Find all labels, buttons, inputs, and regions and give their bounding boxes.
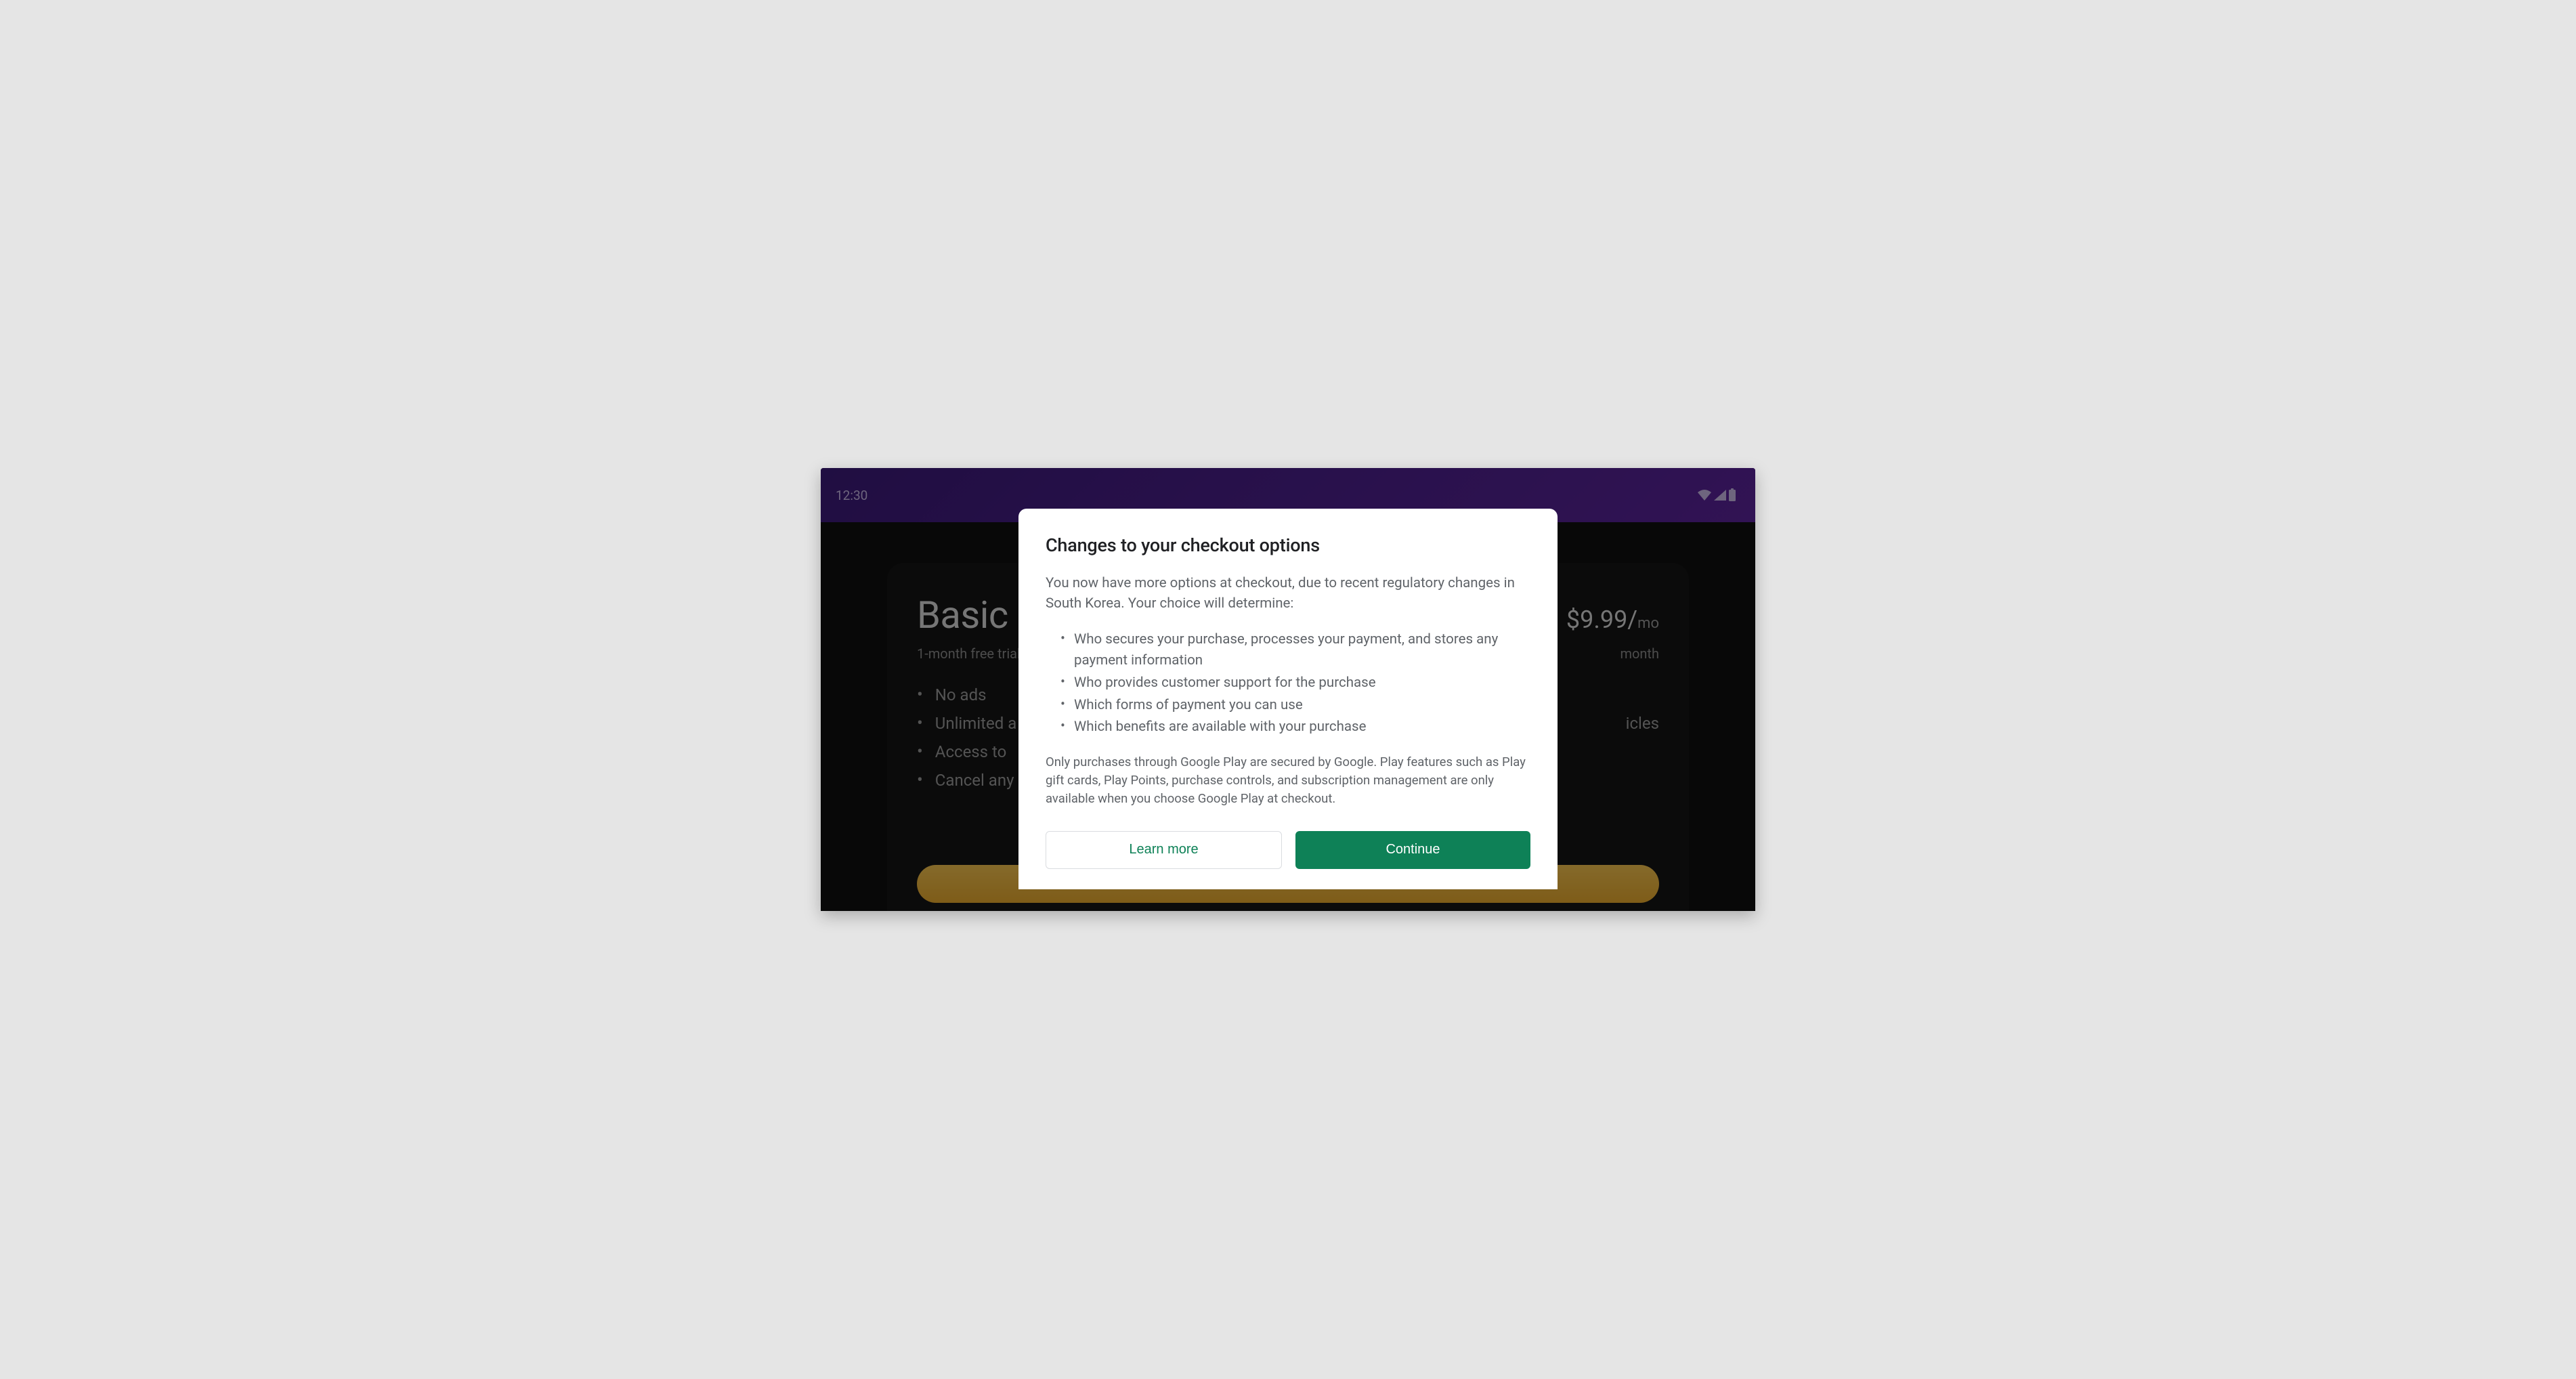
dialog-footer-note: Only purchases through Google Play are s… [1046, 753, 1530, 807]
device-frame: 12:30 Basic $9.99/mo 1-month free trial … [821, 468, 1755, 911]
dialog-bullet-item: Which forms of payment you can use [1060, 694, 1530, 717]
dialog-action-row: Learn more Continue [1046, 831, 1530, 869]
continue-button[interactable]: Continue [1295, 831, 1530, 869]
checkout-options-dialog: Changes to your checkout options You now… [1018, 509, 1558, 889]
dialog-intro-text: You now have more options at checkout, d… [1046, 574, 1530, 614]
dialog-bullet-item: Which benefits are available with your p… [1060, 716, 1530, 738]
dialog-bullet-item: Who secures your purchase, processes you… [1060, 629, 1530, 672]
dialog-title: Changes to your checkout options [1046, 534, 1530, 556]
learn-more-button[interactable]: Learn more [1046, 831, 1282, 869]
dialog-bullet-item: Who provides customer support for the pu… [1060, 672, 1530, 694]
dialog-bullet-list: Who secures your purchase, processes you… [1046, 629, 1530, 738]
